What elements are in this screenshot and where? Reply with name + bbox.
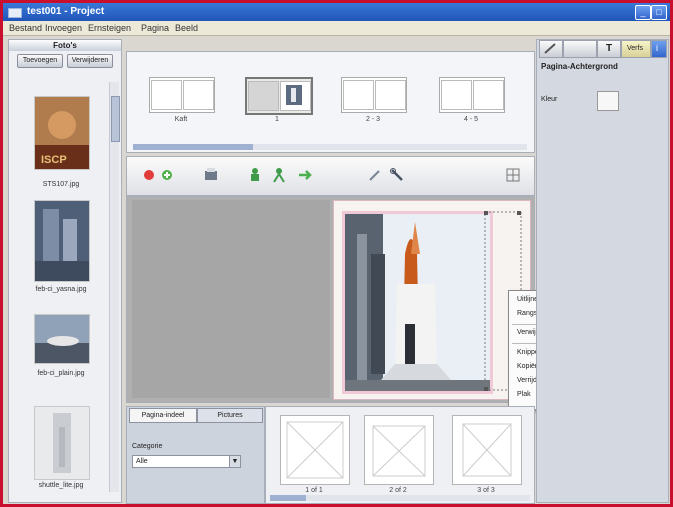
page-left-half bbox=[151, 80, 182, 110]
photo-label-4: shuttle_lite.jpg bbox=[38, 482, 84, 489]
page-right-half bbox=[280, 81, 311, 111]
photo-thumb-2[interactable] bbox=[34, 200, 90, 282]
page-preview-image bbox=[286, 85, 302, 105]
layout-label-2: 2 of 2 bbox=[389, 487, 407, 494]
add-photo-button[interactable]: Toevoegen bbox=[17, 54, 63, 68]
page-left-half bbox=[441, 80, 472, 110]
person-move-icon[interactable] bbox=[271, 167, 287, 183]
photos-panel-header: Foto's bbox=[9, 40, 121, 51]
menu-item-ernsteigen[interactable]: Ernsteigen bbox=[88, 23, 131, 33]
add-icon[interactable] bbox=[159, 167, 175, 183]
page-left-half bbox=[248, 81, 279, 111]
text-t-icon: T bbox=[606, 43, 613, 54]
runway-image bbox=[35, 315, 89, 363]
shuttle-launch-image bbox=[345, 214, 490, 391]
scrollbar-thumb[interactable] bbox=[111, 96, 120, 142]
layout-placeholder-icon bbox=[462, 423, 512, 477]
tab-text[interactable]: T bbox=[597, 40, 621, 58]
pencil-icon bbox=[544, 43, 556, 54]
page-spread-2-3[interactable] bbox=[341, 77, 407, 113]
category-select[interactable]: Alle ▼ bbox=[132, 455, 241, 468]
color-label: Kleur bbox=[541, 96, 558, 103]
page-spread-1-selected[interactable] bbox=[245, 77, 313, 115]
title-bar: test001 - Project _ □ bbox=[3, 3, 670, 21]
app-icon bbox=[8, 8, 22, 18]
background-color-swatch[interactable] bbox=[597, 91, 619, 111]
tab-tools[interactable] bbox=[539, 40, 563, 58]
category-value: Alle bbox=[136, 458, 148, 465]
context-item-plak[interactable]: Plak bbox=[517, 391, 531, 398]
layout-placeholder-icon bbox=[372, 425, 426, 477]
arrow-right-icon[interactable] bbox=[297, 167, 313, 183]
page-right-half bbox=[473, 80, 504, 110]
page-spread-cover[interactable] bbox=[149, 77, 215, 113]
menu-item-invoegen[interactable]: Invoegen bbox=[45, 23, 82, 33]
grid-icon[interactable] bbox=[505, 167, 521, 183]
layout-thumbnails: 1 of 1 2 of 2 3 of 3 bbox=[265, 406, 535, 504]
page-label-2-3: 2 - 3 bbox=[365, 116, 380, 123]
shuttle-lite-image bbox=[35, 407, 89, 479]
layout-label-1: 1 of 1 bbox=[305, 487, 323, 494]
layout-placeholder-icon bbox=[286, 421, 344, 479]
page-right-half bbox=[375, 80, 406, 110]
tab-pictures[interactable]: Pictures bbox=[197, 408, 263, 423]
category-label: Categorie bbox=[132, 443, 163, 450]
wrench-icon[interactable] bbox=[389, 167, 405, 183]
edit-toolbar bbox=[126, 156, 535, 196]
application-window: test001 - Project _ □ Bestand Invoegen E… bbox=[3, 3, 670, 504]
delete-icon[interactable] bbox=[141, 167, 157, 183]
photos-panel: Foto's Toevoegen Verwijderen ISCP STS107… bbox=[8, 39, 122, 503]
layout-label-3: 3 of 3 bbox=[477, 487, 495, 494]
person-add-icon[interactable] bbox=[247, 167, 263, 183]
page-strip-scrollbar[interactable] bbox=[133, 144, 527, 150]
photo-label-2: feb-ci_yasna.jpg bbox=[35, 286, 87, 293]
menu-bar: Bestand Invoegen Ernsteigen Pagina Beeld bbox=[3, 21, 670, 36]
tab-verfs-label: Verfs bbox=[627, 45, 643, 52]
menu-item-bestand[interactable]: Bestand bbox=[9, 23, 42, 33]
photo-label-1: STS107.jpg bbox=[42, 181, 80, 188]
info-icon: i bbox=[656, 43, 658, 53]
layout-option-3[interactable] bbox=[452, 415, 522, 485]
page-canvas bbox=[126, 196, 535, 403]
page-right-half bbox=[183, 80, 214, 110]
print-icon[interactable] bbox=[203, 167, 219, 183]
wand-icon[interactable] bbox=[367, 167, 383, 183]
page-label-cover: Kaft bbox=[174, 116, 188, 123]
remove-photo-button[interactable]: Verwijderen bbox=[67, 54, 113, 68]
chevron-down-icon[interactable]: ▼ bbox=[229, 456, 240, 467]
launchpad-image bbox=[35, 201, 89, 281]
tab-blank[interactable] bbox=[563, 40, 597, 58]
page-left-half bbox=[343, 80, 374, 110]
scrollbar-thumb[interactable] bbox=[270, 495, 306, 501]
menu-item-beeld[interactable]: Beeld bbox=[175, 23, 198, 33]
page-spread-4-5[interactable] bbox=[439, 77, 505, 113]
photos-scrollbar[interactable] bbox=[109, 82, 120, 492]
layout-option-1[interactable] bbox=[280, 415, 350, 485]
photo-thumb-4[interactable] bbox=[34, 406, 90, 480]
tab-verfs[interactable]: Verfs bbox=[621, 40, 651, 58]
tab-info[interactable]: i bbox=[651, 40, 667, 58]
photo-thumb-1[interactable]: ISCP bbox=[34, 96, 90, 170]
svg-text:ISCP: ISCP bbox=[41, 154, 67, 166]
maximize-button[interactable]: □ bbox=[651, 5, 667, 20]
photo-label-3: feb-ci_plain.jpg bbox=[37, 370, 85, 377]
layout-option-2[interactable] bbox=[364, 415, 434, 485]
page-label-4-5: 4 - 5 bbox=[463, 116, 478, 123]
photo-thumb-3[interactable] bbox=[34, 314, 90, 364]
page-right[interactable] bbox=[333, 200, 531, 400]
minimize-button[interactable]: _ bbox=[635, 5, 651, 20]
page-label-1: 1 bbox=[275, 116, 279, 123]
window-title: test001 - Project bbox=[27, 6, 105, 17]
mission-patch-image: ISCP bbox=[35, 97, 89, 169]
tab-pagina-indeel[interactable]: Pagina-indeel bbox=[129, 408, 197, 423]
properties-panel: T Verfs i Pagina-Achtergrond Kleur bbox=[536, 39, 669, 503]
placed-photo-shuttle[interactable] bbox=[342, 211, 493, 394]
page-strip: Kaft 1 2 - 3 4 - 5 bbox=[126, 51, 535, 153]
scrollbar-thumb[interactable] bbox=[133, 144, 253, 150]
menu-item-pagina[interactable]: Pagina bbox=[141, 23, 169, 33]
panel-title: Pagina-Achtergrond bbox=[541, 62, 618, 71]
layouts-scrollbar[interactable] bbox=[270, 495, 530, 501]
layout-tabs-panel: Pagina-indeel Pictures Categorie Alle ▼ bbox=[126, 406, 265, 504]
page-left-empty[interactable] bbox=[132, 200, 330, 398]
